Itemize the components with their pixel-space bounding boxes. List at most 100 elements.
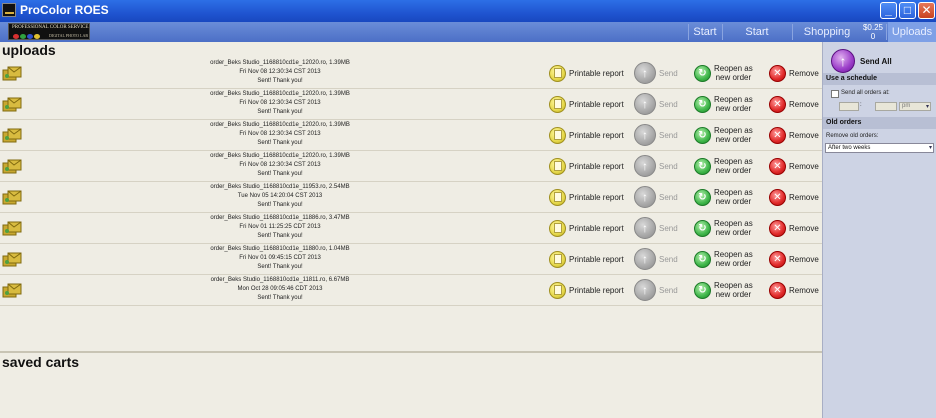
- remove-button[interactable]: ✕ Remove: [769, 248, 819, 270]
- remove-old-select[interactable]: After two weeks ▾: [825, 143, 934, 153]
- remove-button[interactable]: ✕ Remove: [769, 217, 819, 239]
- order-date: Fri Nov 08 12:30:34 CST 2013: [239, 100, 321, 106]
- package-icon: [2, 127, 22, 144]
- order-status: Sent! Thank you!: [257, 78, 303, 84]
- table-row: order_Beks Studio_1168810cd1e_11880.ro, …: [0, 244, 822, 275]
- reopen-button[interactable]: ↻ Reopen as new order: [694, 248, 753, 270]
- arrow-up-icon: ↑: [634, 248, 656, 270]
- printable-report-button[interactable]: Printable report: [549, 279, 624, 301]
- reload-icon: ↻: [694, 95, 711, 113]
- close-button[interactable]: ✕: [918, 2, 935, 19]
- reload-icon: ↻: [694, 250, 711, 268]
- printable-report-button[interactable]: Printable report: [549, 93, 624, 115]
- tab-start[interactable]: Start: [690, 22, 720, 42]
- reopen-button[interactable]: ↻ Reopen as new order: [694, 186, 753, 208]
- nav-divider: [722, 24, 723, 40]
- send-label: Send: [659, 130, 678, 140]
- package-icon: [2, 282, 22, 299]
- tab-uploads[interactable]: Uploads: [888, 22, 936, 42]
- logo-line-2: DIGITAL PHOTO LAB: [49, 33, 89, 38]
- send-label: Send: [659, 285, 678, 295]
- remove-button[interactable]: ✕ Remove: [769, 186, 819, 208]
- order-status: Sent! Thank you!: [257, 295, 303, 301]
- table-row: order_Beks Studio_1168810cd1e_12020.ro, …: [0, 89, 822, 120]
- minute-input[interactable]: [875, 102, 897, 111]
- send-button[interactable]: ↑ Send: [634, 62, 678, 84]
- send-label: Send: [659, 161, 678, 171]
- send-button[interactable]: ↑ Send: [634, 248, 678, 270]
- order-filename: order_Beks Studio_1168810cd1e_11880.ro, …: [210, 246, 350, 252]
- order-status: Sent! Thank you!: [257, 233, 303, 239]
- send-all-button[interactable]: ↑ Send All: [831, 48, 892, 74]
- remove-label: Remove: [789, 192, 819, 202]
- remove-button[interactable]: ✕ Remove: [769, 279, 819, 301]
- remove-old-label: Remove old orders:: [826, 133, 879, 139]
- minimize-button[interactable]: _: [880, 2, 897, 19]
- schedule-checkbox-label: Send all orders at:: [841, 90, 890, 96]
- printable-report-button[interactable]: Printable report: [549, 217, 624, 239]
- remove-label: Remove: [789, 285, 819, 295]
- reopen-label: Reopen as new order: [714, 250, 753, 268]
- printable-report-button[interactable]: Printable report: [549, 155, 624, 177]
- nav-divider: [886, 24, 887, 40]
- logo-dots: [13, 34, 40, 39]
- close-icon: ✕: [769, 219, 786, 237]
- printable-report-label: Printable report: [569, 130, 624, 140]
- send-button[interactable]: ↑ Send: [634, 93, 678, 115]
- order-date: Fri Nov 08 12:30:34 CST 2013: [239, 162, 321, 168]
- order-info: order_Beks Studio_1168810cd1e_12020.ro, …: [180, 121, 380, 148]
- printable-report-button[interactable]: Printable report: [549, 248, 624, 270]
- reopen-button[interactable]: ↻ Reopen as new order: [694, 124, 753, 146]
- arrow-up-icon: ↑: [634, 279, 656, 301]
- document-icon: [549, 250, 566, 268]
- printable-report-button[interactable]: Printable report: [549, 62, 624, 84]
- window-title: ProColor ROES: [20, 3, 109, 17]
- ampm-select[interactable]: pm ▾: [899, 102, 931, 111]
- reopen-button[interactable]: ↻ Reopen as new order: [694, 93, 753, 115]
- title-bar[interactable]: ProColor ROES _ □ ✕: [0, 0, 936, 22]
- close-icon: ✕: [769, 126, 786, 144]
- document-icon: [549, 64, 566, 82]
- reopen-label: Reopen as new order: [714, 281, 753, 299]
- reopen-button[interactable]: ↻ Reopen as new order: [694, 217, 753, 239]
- remove-button[interactable]: ✕ Remove: [769, 124, 819, 146]
- order-date: Fri Nov 01 09:45:15 CDT 2013: [239, 255, 321, 261]
- printable-report-label: Printable report: [569, 192, 624, 202]
- reopen-button[interactable]: ↻ Reopen as new order: [694, 279, 753, 301]
- saved-carts-heading: saved carts: [2, 354, 80, 370]
- printable-report-button[interactable]: Printable report: [549, 124, 624, 146]
- package-icon: [2, 65, 22, 82]
- reload-icon: ↻: [694, 126, 711, 144]
- send-label: Send: [659, 223, 678, 233]
- send-button[interactable]: ↑ Send: [634, 217, 678, 239]
- table-row: order_Beks Studio_1168810cd1e_11811.ro, …: [0, 275, 822, 306]
- time-separator: :: [860, 102, 862, 108]
- table-row: order_Beks Studio_1168810cd1e_12020.ro, …: [0, 120, 822, 151]
- tab-start-ordering[interactable]: Start Ordering: [724, 22, 790, 58]
- chevron-down-icon: ▾: [928, 145, 932, 151]
- remove-button[interactable]: ✕ Remove: [769, 93, 819, 115]
- printable-report-label: Printable report: [569, 285, 624, 295]
- send-button[interactable]: ↑ Send: [634, 124, 678, 146]
- reopen-button[interactable]: ↻ Reopen as new order: [694, 62, 753, 84]
- send-button[interactable]: ↑ Send: [634, 186, 678, 208]
- order-status: Sent! Thank you!: [257, 202, 303, 208]
- send-button[interactable]: ↑ Send: [634, 279, 678, 301]
- order-filename: order_Beks Studio_1168810cd1e_11811.ro, …: [210, 277, 350, 283]
- schedule-checkbox[interactable]: [831, 90, 839, 98]
- order-date: Fri Nov 01 11:25:25 CDT 2013: [239, 224, 321, 230]
- hour-input[interactable]: [839, 102, 859, 111]
- printable-report-button[interactable]: Printable report: [549, 186, 624, 208]
- send-button[interactable]: ↑ Send: [634, 155, 678, 177]
- order-date: Fri Nov 08 12:30:34 CST 2013: [239, 69, 321, 75]
- reopen-button[interactable]: ↻ Reopen as new order: [694, 155, 753, 177]
- remove-button[interactable]: ✕ Remove: [769, 155, 819, 177]
- arrow-up-icon: ↑: [634, 62, 656, 84]
- maximize-button[interactable]: □: [899, 2, 916, 19]
- arrow-up-icon: ↑: [634, 155, 656, 177]
- remove-label: Remove: [789, 161, 819, 171]
- tab-shopping-cart[interactable]: Shopping Cart: [794, 22, 860, 58]
- order-filename: order_Beks Studio_1168810cd1e_12020.ro, …: [210, 60, 350, 66]
- order-status: Sent! Thank you!: [257, 109, 303, 115]
- remove-button[interactable]: ✕ Remove: [769, 62, 819, 84]
